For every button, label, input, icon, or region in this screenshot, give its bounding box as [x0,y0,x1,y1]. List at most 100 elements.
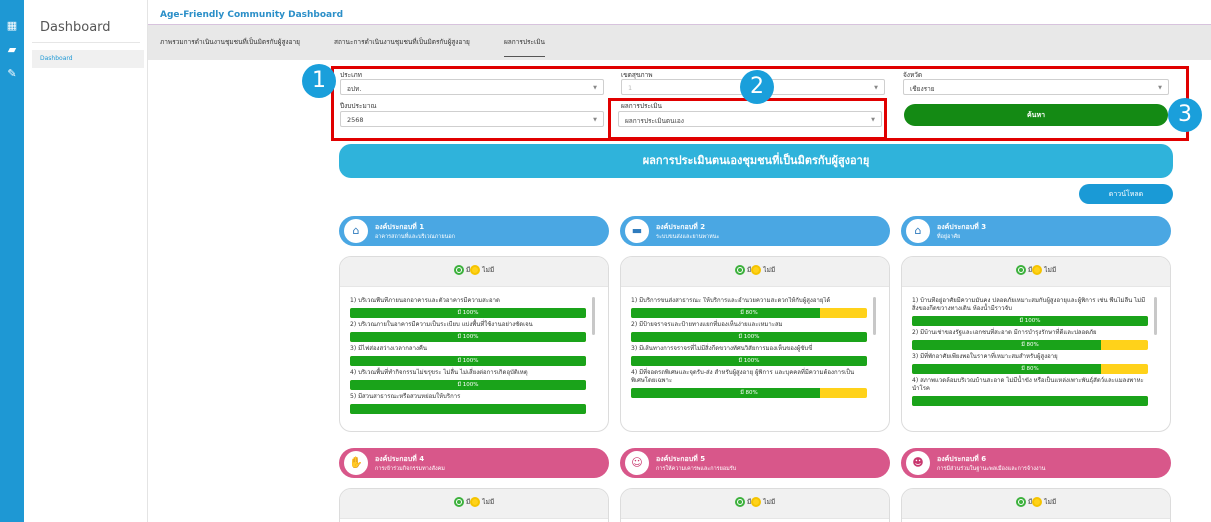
percent-label: มี 100% [457,358,479,364]
legend: มี ไม่มี [902,497,1170,507]
people-icon: ☺ [625,451,649,475]
list-item: 2) มีป้ายจราจรและป้ายทางแยกที่มองเห็นง่า… [631,321,867,342]
item-text: 2) มีบ้านเช่าของรัฐและเอกชนที่สะอาด มีกา… [912,329,1097,336]
item-text: 1) มีบริการขนส่งสาธารณะ ให้บริการและอำนว… [631,297,831,304]
list-item: 2) บริเวณภายในอาคารมีความเป็นระเบียบ แบ่… [350,321,586,342]
chevron-down-icon: ▼ [871,117,875,123]
scrollbar[interactable] [592,297,595,335]
list-item: 3) มีเส้นทางการจราจรที่ไม่มีสิ่งกีดขวางท… [631,345,867,366]
tab-overview[interactable]: ภาพรวมการดำเนินงานชุมชนที่เป็นมิตรกับผู้… [160,37,300,47]
percent-bar: มี 100% [350,308,586,318]
item-list[interactable]: 1) มีบริการขนส่งสาธารณะ ให้บริการและอำนว… [631,297,867,427]
health-zone-value: 1 [628,84,633,92]
list-item: 3) มีไฟส่องสว่างเวลากลางคืนมี 100% [350,345,586,366]
type-select[interactable]: อปท. ▼ [340,79,604,95]
component-2-header: ▬ องค์ประกอบที่ 2 ระบบขนส่งและยานพาหนะ [620,216,890,246]
sidebar: Dashboard Dashboard [24,0,148,522]
item-text: 2) บริเวณภายในอาคารมีความเป็นระเบียบ แบ่… [350,321,533,328]
card-header: มี ไม่มี [902,489,1170,519]
card-header: มี ไม่มี [340,257,608,287]
legend: มี ไม่มี [902,265,1170,275]
sidebar-item-dashboard[interactable]: Dashboard [32,50,144,68]
percent-label: มี 100% [1019,318,1041,324]
legend-no: ไม่มี [763,266,776,274]
component-4-header: ✋ องค์ประกอบที่ 4 การเข้าร่วมกิจกรรมทางส… [339,448,609,478]
no-legend-dot [1032,497,1043,507]
card-header: มี ไม่มี [902,257,1170,287]
item-text: 4) บริเวณพื้นที่ทำกิจกรรมไม่ขรุขระ ไม่ลื… [350,369,528,376]
chevron-down-icon: ▼ [1158,85,1162,91]
yes-legend-dot [453,265,464,275]
component-1-subtitle: อาคารสถานที่และบริเวณภายนอก [375,234,455,240]
divider [32,42,140,43]
yes-legend-dot [734,497,745,507]
percent-bar: มี 80% [912,364,1148,374]
percent-bar: มี 80% [631,308,867,318]
list-item: 1) มีบริการขนส่งสาธารณะ ให้บริการและอำนว… [631,297,867,318]
province-select[interactable]: เชียงราย ▼ [903,79,1169,95]
legend: มี ไม่มี [340,265,608,275]
percent-bar-fill [912,396,1148,406]
legend: มี ไม่มี [621,265,889,275]
dashboard-icon[interactable]: ▦ [6,20,18,32]
fiscal-year-select[interactable]: 2568 ▼ [340,111,604,127]
percent-bar-fill [350,404,586,414]
percent-label: มี 100% [738,358,760,364]
item-text: 3) มีที่พักอาศัยเพียงพอในราคาที่เหมาะสมส… [912,353,1058,360]
percent-bar: มี 100% [350,356,586,366]
component-1-card: มี ไม่มี 1) บริเวณพื้นที่ภายนอกอาคารและต… [339,256,609,432]
item-text: 3) มีไฟส่องสว่างเวลากลางคืน [350,345,428,352]
list-item: 4) บริเวณพื้นที่ทำกิจกรรมไม่ขรุขระ ไม่ลื… [350,369,586,390]
component-2-subtitle: ระบบขนส่งและยานพาหนะ [656,234,720,240]
card-header: มี ไม่มี [621,257,889,287]
scrollbar[interactable] [1154,297,1157,335]
component-5-header: ☺ องค์ประกอบที่ 5 การให้ความเคารพและการย… [620,448,890,478]
no-legend-dot [751,497,762,507]
item-list[interactable]: 1) บ้านที่อยู่อาศัยมีความมั่นคง ปลอดภัยเ… [912,297,1148,427]
item-list[interactable]: 1) บริเวณพื้นที่ภายนอกอาคารและตัวอาคารมี… [350,297,586,427]
sidebar-title: Dashboard [40,20,111,35]
fiscal-year-value: 2568 [347,116,364,124]
percent-label: มี 100% [457,382,479,388]
edit-icon[interactable]: ✎ [6,68,18,80]
percent-label: มี 80% [740,310,758,316]
fiscal-year-label: ปีงบประมาณ [340,102,377,110]
component-6-header: ☻ องค์ประกอบที่ 6 การมีส่วนร่วมในฐานะพลเ… [901,448,1171,478]
legend-no: ไม่มี [1044,266,1057,274]
component-6-card: มี ไม่มี [901,488,1171,522]
chevron-down-icon: ▼ [874,85,878,91]
folder-icon[interactable]: ▰ [6,44,18,56]
chevron-down-icon: ▼ [593,117,597,123]
item-text: 5) มีสวนสาธารณะหรือสวนหย่อมให้บริการ [350,393,461,400]
card-header: มี ไม่มี [621,489,889,519]
legend-no: ไม่มี [763,498,776,506]
tab-status[interactable]: สถานะการดำเนินงานชุมชนที่เป็นมิตรกับผู้ส… [334,37,470,47]
legend-no: ไม่มี [1044,498,1057,506]
result-label: ผลการประเมิน [621,102,662,110]
percent-label: มี 80% [740,390,758,396]
bus-icon: ▬ [625,219,649,243]
download-button[interactable]: ดาวน์โหลด [1079,184,1173,204]
list-item: 2) มีบ้านเช่าของรัฐและเอกชนที่สะอาด มีกา… [912,329,1148,350]
component-5-subtitle: การให้ความเคารพและการยอมรับ [656,466,737,472]
search-button[interactable]: ค้นหา [904,104,1168,126]
component-1-title: องค์ประกอบที่ 1 [375,223,425,231]
item-text: 1) บ้านที่อยู่อาศัยมีความมั่นคง ปลอดภัยเ… [912,297,1146,312]
legend-no: ไม่มี [482,498,495,506]
component-6-title: องค์ประกอบที่ 6 [937,455,987,463]
callout-3: 3 [1168,98,1202,132]
item-text: 4) มีที่จอดรถพิเศษและจุดรับ-ส่ง สำหรับผู… [631,369,855,384]
no-legend-dot [1032,265,1043,275]
percent-label: มี 100% [457,310,479,316]
tab-results[interactable]: ผลการประเมิน [504,37,545,57]
scrollbar[interactable] [873,297,876,335]
component-4-card: มี ไม่มี [339,488,609,522]
type-value: อปท. [347,85,362,93]
province-value: เชียงราย [910,85,935,93]
no-legend-dot [470,265,481,275]
callout-2: 2 [740,70,774,104]
component-3-subtitle: ที่อยู่อาศัย [937,234,961,240]
percent-label: มี 100% [457,334,479,340]
result-select[interactable]: ผลการประเมินตนเอง ▼ [618,111,882,127]
list-item: 1) บ้านที่อยู่อาศัยมีความมั่นคง ปลอดภัยเ… [912,297,1148,326]
